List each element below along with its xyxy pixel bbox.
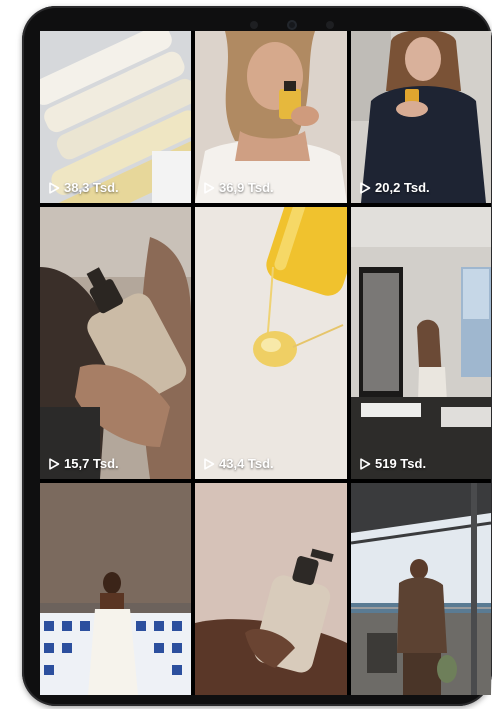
reel-tile-3[interactable]: 20,2 Tsd. [351,31,491,203]
view-count: 43,4 Tsd. [203,456,274,471]
sensor-dot [326,21,334,29]
view-count-text: 43,4 Tsd. [219,456,274,471]
view-count-text: 36,9 Tsd. [219,180,274,195]
reel-tile-5[interactable]: 43,4 Tsd. [195,207,347,479]
thumbnail-man-balcony [351,483,491,695]
play-outline-icon [360,181,371,194]
play-outline-icon [49,181,60,194]
reel-tile-4[interactable]: 15,7 Tsd. [40,207,191,479]
play-outline-icon [49,457,60,470]
play-outline-icon [204,457,215,470]
thumbnail-golden-oil-pour [195,207,347,479]
view-count-text: 38,3 Tsd. [64,180,119,195]
view-count: 36,9 Tsd. [203,180,274,195]
thumbnail-hand-babor-bottle [40,207,191,479]
view-count: 20,2 Tsd. [359,180,430,195]
play-outline-icon [204,181,215,194]
reel-tile-7[interactable] [40,483,191,695]
camera-lens-icon [287,20,297,30]
thumbnail-woman-white-dress [40,483,191,695]
view-count: 38,3 Tsd. [48,180,119,195]
tablet-device-frame: 38,3 Tsd. 36,9 Tsd. 20,2 Tsd. 15,7 Tsd. … [22,6,492,706]
camera-bar [250,20,334,30]
view-count-text: 20,2 Tsd. [375,180,430,195]
sensor-dot [250,21,258,29]
reels-grid: 38,3 Tsd. 36,9 Tsd. 20,2 Tsd. 15,7 Tsd. … [40,31,491,695]
reel-tile-2[interactable]: 36,9 Tsd. [195,31,347,203]
reel-tile-9[interactable] [351,483,491,695]
thumbnail-woman-navy-uniform [351,31,491,203]
view-count: 519 Tsd. [359,456,426,471]
thumbnail-serum-ampoules [40,31,191,203]
view-count: 15,7 Tsd. [48,456,119,471]
play-outline-icon [360,457,371,470]
view-count-text: 519 Tsd. [375,456,427,471]
reel-tile-1[interactable]: 38,3 Tsd. [40,31,191,203]
thumbnail-hand-babor-pink [195,483,347,695]
view-count-text: 15,7 Tsd. [64,456,119,471]
reel-tile-8[interactable] [195,483,347,695]
thumbnail-woman-golden-serum [195,31,347,203]
reel-tile-6[interactable]: 519 Tsd. [351,207,491,479]
thumbnail-woman-bathroom [351,207,491,479]
